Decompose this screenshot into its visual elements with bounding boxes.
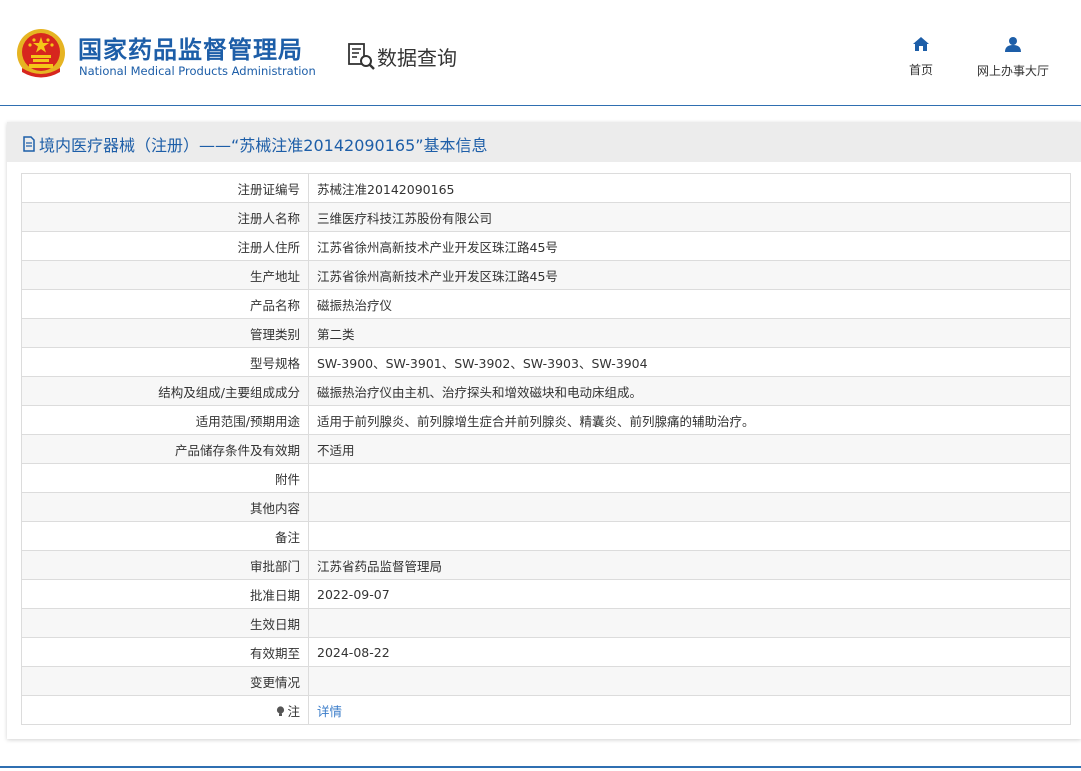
field-label: 管理类别 bbox=[21, 318, 309, 348]
table-row: 批准日期 2022-09-07 bbox=[21, 579, 1071, 609]
field-value: 江苏省药品监督管理局 bbox=[308, 550, 1071, 580]
data-query-title: 数据查询 bbox=[347, 40, 457, 72]
note-label: 注 bbox=[287, 703, 300, 719]
field-label: 批准日期 bbox=[21, 579, 309, 609]
field-value bbox=[308, 521, 1071, 551]
field-value: 不适用 bbox=[308, 434, 1071, 464]
page-title-wrap: 境内医疗器械（注册）——“苏械注准20142090165”基本信息 bbox=[22, 132, 488, 156]
document-icon bbox=[23, 136, 35, 152]
footer-divider bbox=[0, 766, 1081, 768]
field-label: 注册证编号 bbox=[21, 173, 309, 203]
info-panel: 境内医疗器械（注册）——“苏械注准20142090165”基本信息 注册证编号苏… bbox=[7, 122, 1081, 739]
note-value-cell: 详情 bbox=[308, 695, 1071, 725]
table-row: 其他内容 bbox=[21, 492, 1071, 522]
table-row: 产品储存条件及有效期 不适用 bbox=[21, 434, 1071, 464]
table-row: 适用范围/预期用途 适用于前列腺炎、前列腺增生症合并前列腺炎、精囊炎、前列腺痛的辅… bbox=[21, 405, 1071, 435]
table-row: 型号规格 SW-3900、SW-3901、SW-3902、SW-3903、SW-3… bbox=[21, 347, 1071, 377]
field-label: 备注 bbox=[21, 521, 309, 551]
field-value: 江苏省徐州高新技术产业开发区珠江路45号 bbox=[308, 231, 1071, 261]
data-search-icon bbox=[348, 43, 375, 70]
table-row: 注册证编号 苏械注准20142090165 bbox=[21, 173, 1071, 203]
field-label: 有效期至 bbox=[21, 637, 309, 667]
brand-name-en: National Medical Products Administration bbox=[79, 64, 316, 78]
table-row: 附件 bbox=[21, 463, 1071, 493]
field-label: 审批部门 bbox=[21, 550, 309, 580]
field-value: 第二类 bbox=[308, 318, 1071, 348]
field-value: SW-3900、SW-3901、SW-3902、SW-3903、SW-3904 bbox=[308, 347, 1071, 377]
field-value: 江苏省徐州高新技术产业开发区珠江路45号 bbox=[308, 260, 1071, 290]
table-row: 有效期至 2024-08-22 bbox=[21, 637, 1071, 667]
header-divider bbox=[0, 105, 1081, 106]
field-label: 产品名称 bbox=[21, 289, 309, 319]
table-row: 审批部门 江苏省药品监督管理局 bbox=[21, 550, 1071, 580]
field-label: 附件 bbox=[21, 463, 309, 493]
nav-home-label: 首页 bbox=[908, 63, 933, 77]
nav-online-hall-label: 网上办事大厅 bbox=[976, 64, 1049, 78]
field-label: 产品储存条件及有效期 bbox=[21, 434, 309, 464]
field-value: 2024-08-22 bbox=[308, 637, 1071, 667]
field-value bbox=[308, 608, 1071, 638]
table-row: 备注 bbox=[21, 521, 1071, 551]
field-label: 注册人住所 bbox=[21, 231, 309, 261]
field-label: 型号规格 bbox=[21, 347, 309, 377]
national-emblem-icon bbox=[17, 29, 65, 78]
table-row: 变更情况 bbox=[21, 666, 1071, 696]
field-label: 适用范围/预期用途 bbox=[21, 405, 309, 435]
field-value: 磁振热治疗仪 bbox=[308, 289, 1071, 319]
panel-header: 境内医疗器械（注册）——“苏械注准20142090165”基本信息 bbox=[7, 122, 1081, 162]
table-row: 注册人名称 三维医疗科技江苏股份有限公司 bbox=[21, 202, 1071, 232]
table-row: 生产地址 江苏省徐州高新技术产业开发区珠江路45号 bbox=[21, 260, 1071, 290]
site-header: 国家药品监督管理局 National Medical Products Admi… bbox=[0, 0, 1081, 106]
user-icon bbox=[1005, 37, 1021, 52]
table-row: 注册人住所 江苏省徐州高新技术产业开发区珠江路45号 bbox=[21, 231, 1071, 261]
data-query-label: 数据查询 bbox=[377, 45, 457, 70]
nav-online-hall[interactable]: 网上办事大厅 bbox=[970, 36, 1056, 79]
field-label: 其他内容 bbox=[21, 492, 309, 522]
field-value: 苏械注准20142090165 bbox=[308, 173, 1071, 203]
field-label: 结构及组成/主要组成成分 bbox=[21, 376, 309, 406]
bulb-icon bbox=[277, 705, 285, 716]
field-value: 磁振热治疗仪由主机、治疗探头和增效磁块和电动床组成。 bbox=[308, 376, 1071, 406]
nav-home[interactable]: 首页 bbox=[902, 36, 940, 78]
registration-info-table: 注册证编号 苏械注准20142090165 注册人名称 三维医疗科技江苏股份有限公司注… bbox=[21, 173, 1071, 725]
table-row: 生效日期 bbox=[21, 608, 1071, 638]
details-link[interactable]: 详情 bbox=[317, 704, 342, 719]
field-value bbox=[308, 492, 1071, 522]
table-row: 结构及组成/主要组成成分 磁振热治疗仪由主机、治疗探头和增效磁块和电动床组成。 bbox=[21, 376, 1071, 406]
field-value: 三维医疗科技江苏股份有限公司 bbox=[308, 202, 1071, 232]
table-row: 产品名称 磁振热治疗仪 bbox=[21, 289, 1071, 319]
field-value bbox=[308, 463, 1071, 493]
table-row: 管理类别 第二类 bbox=[21, 318, 1071, 348]
note-label-cell: 注 bbox=[21, 695, 309, 725]
field-value: 2022-09-07 bbox=[308, 579, 1071, 609]
field-label: 注册人名称 bbox=[21, 202, 309, 232]
field-value: 适用于前列腺炎、前列腺增生症合并前列腺炎、精囊炎、前列腺痛的辅助治疗。 bbox=[308, 405, 1071, 435]
field-value bbox=[308, 666, 1071, 696]
field-label: 生效日期 bbox=[21, 608, 309, 638]
brand-name-cn: 国家药品监督管理局 bbox=[78, 36, 303, 64]
field-label: 生产地址 bbox=[21, 260, 309, 290]
field-label: 变更情况 bbox=[21, 666, 309, 696]
table-row-note: 注 详情 bbox=[21, 695, 1071, 725]
home-icon bbox=[913, 37, 929, 51]
page-title: 境内医疗器械（注册）——“苏械注准20142090165”基本信息 bbox=[39, 136, 488, 155]
